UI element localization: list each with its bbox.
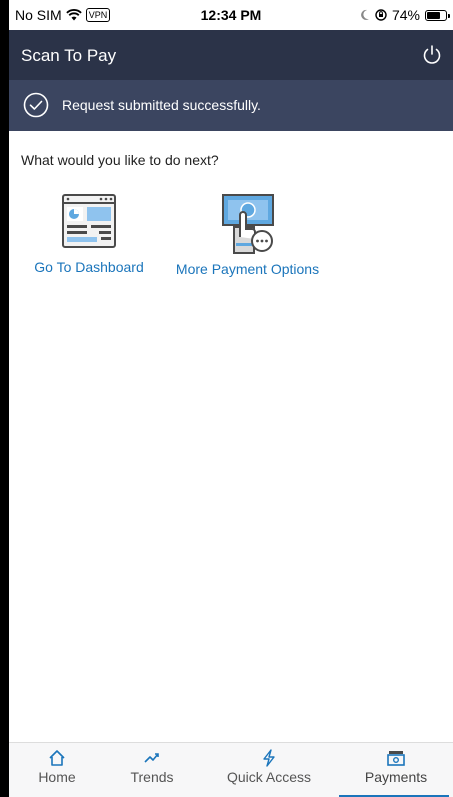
tab-trends[interactable]: Trends <box>114 743 190 797</box>
page-title: Scan To Pay <box>21 46 117 65</box>
payment-options-icon <box>221 194 274 254</box>
trends-icon <box>144 753 159 763</box>
more-payment-options-option[interactable]: More Payment Options <box>175 193 320 277</box>
battery-percent: 74% <box>391 7 420 23</box>
go-to-dashboard-option[interactable]: Go To Dashboard <box>33 193 145 275</box>
tab-payments-label: Payments <box>364 769 428 785</box>
home-icon <box>49 750 65 766</box>
bottom-tab-bar: Home Trends Quick Access Payments <box>9 742 453 797</box>
tab-payments[interactable]: Payments <box>339 743 453 797</box>
moon-icon <box>361 9 369 20</box>
power-icon[interactable] <box>421 44 443 66</box>
app-screen: No SIM VPN 12:34 PM 74% Scan To Pay Requ… <box>9 0 453 797</box>
lightning-icon <box>263 749 275 767</box>
payments-icon <box>387 751 405 766</box>
more-payment-options-label: More Payment Options <box>175 261 320 277</box>
banner-message: Request submitted successfully. <box>62 97 261 113</box>
go-to-dashboard-label: Go To Dashboard <box>34 259 144 275</box>
tab-trends-label: Trends <box>130 769 174 785</box>
tab-home-label: Home <box>38 769 76 785</box>
tab-home[interactable]: Home <box>24 743 90 797</box>
success-banner: Request submitted successfully. <box>9 80 453 131</box>
tab-quick-access[interactable]: Quick Access <box>214 743 324 797</box>
next-action-prompt: What would you like to do next? <box>21 152 219 168</box>
check-circle-icon <box>23 92 49 118</box>
app-header: Scan To Pay <box>9 30 453 80</box>
battery-icon <box>425 9 450 21</box>
status-right: 74% <box>360 7 450 23</box>
tab-quick-access-label: Quick Access <box>226 769 312 785</box>
dashboard-icon <box>62 194 116 248</box>
orientation-lock-icon <box>375 9 387 21</box>
status-bar: No SIM VPN 12:34 PM 74% <box>9 0 453 30</box>
